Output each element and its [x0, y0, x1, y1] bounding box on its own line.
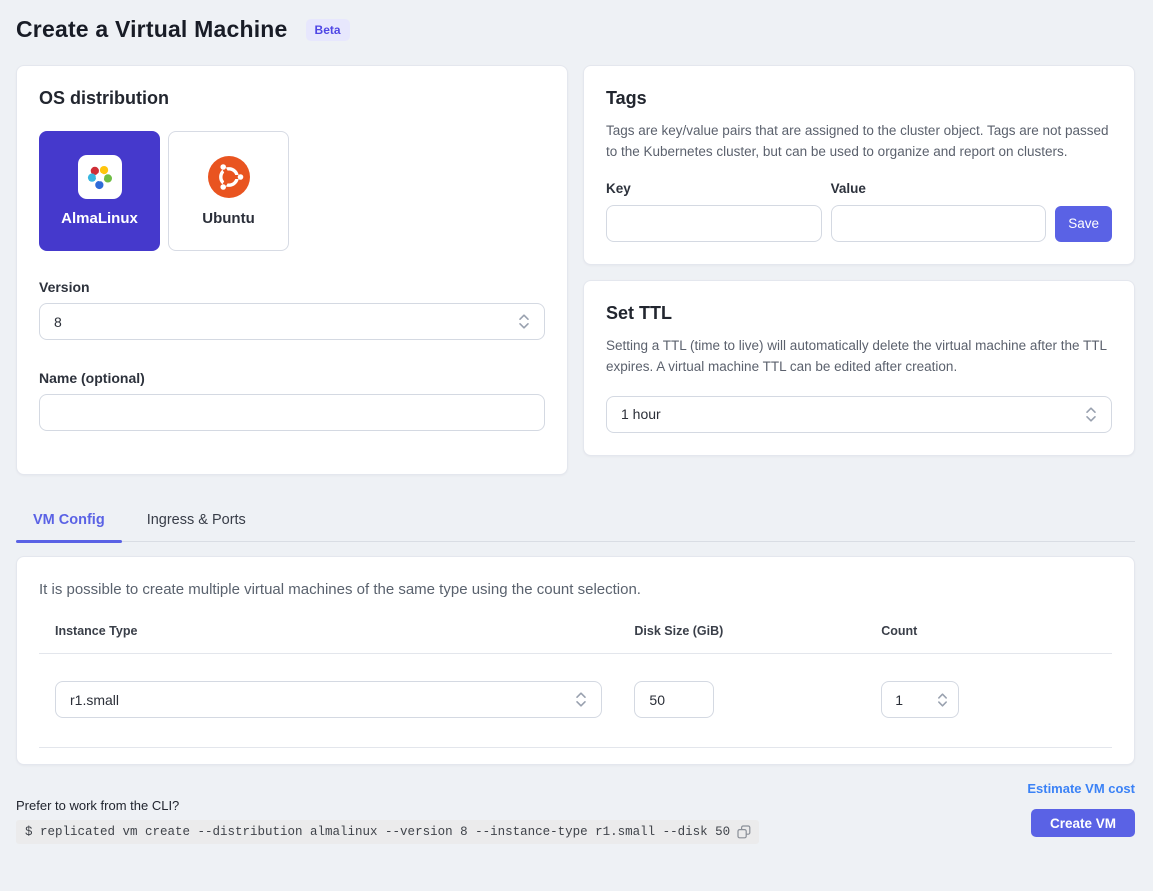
tags-card: Tags Tags are key/value pairs that are a… [583, 65, 1135, 265]
tag-value-field-group: Value [831, 181, 1047, 242]
page-title: Create a Virtual Machine [16, 16, 288, 43]
beta-badge: Beta [306, 19, 350, 41]
copy-icon[interactable] [737, 825, 751, 839]
chevron-updown-icon [575, 691, 587, 708]
tag-value-label: Value [831, 181, 1047, 196]
chevron-updown-icon [518, 313, 530, 330]
os-distribution-heading: OS distribution [39, 88, 545, 109]
tags-description: Tags are key/value pairs that are assign… [606, 121, 1112, 163]
disk-size-input[interactable] [634, 681, 714, 718]
count-cell: 1 [865, 681, 1112, 718]
create-vm-button[interactable]: Create VM [1031, 809, 1135, 837]
count-value: 1 [895, 692, 903, 708]
tags-heading: Tags [606, 88, 1112, 109]
distribution-tile-label: Ubuntu [202, 210, 254, 227]
count-stepper[interactable]: 1 [881, 681, 959, 718]
cli-command: $ replicated vm create --distribution al… [16, 820, 759, 844]
tab-vm-config[interactable]: VM Config [16, 501, 122, 541]
save-tag-button[interactable]: Save [1055, 206, 1112, 242]
create-vm-page: Create a Virtual Machine Beta OS distrib… [0, 0, 1153, 844]
distribution-tile-almalinux[interactable]: AlmaLinux [39, 131, 160, 251]
column-header-disk-size: Disk Size (GiB) [618, 624, 865, 653]
page-footer: Prefer to work from the CLI? $ replicate… [16, 781, 1135, 844]
version-select-value: 8 [54, 314, 62, 330]
column-header-count: Count [865, 624, 1112, 653]
tags-form: Key Value Save [606, 181, 1112, 242]
disk-size-cell [618, 681, 865, 718]
cli-block: Prefer to work from the CLI? $ replicate… [16, 798, 759, 844]
right-column: Tags Tags are key/value pairs that are a… [583, 65, 1135, 456]
estimate-vm-cost-link[interactable]: Estimate VM cost [1027, 781, 1135, 796]
distribution-tile-ubuntu[interactable]: Ubuntu [168, 131, 289, 251]
os-distribution-card: OS distribution AlmaLinux [16, 65, 568, 475]
set-ttl-heading: Set TTL [606, 303, 1112, 324]
chevron-updown-icon [1085, 406, 1097, 423]
vm-config-card: It is possible to create multiple virtua… [16, 556, 1135, 765]
instance-type-cell: r1.small [39, 681, 618, 718]
distribution-tiles: AlmaLinux [39, 131, 545, 251]
instance-type-value: r1.small [70, 692, 119, 708]
chevron-updown-icon [937, 692, 948, 708]
distribution-tile-label: AlmaLinux [61, 210, 138, 227]
name-label: Name (optional) [39, 370, 545, 386]
top-cards: OS distribution AlmaLinux [16, 65, 1135, 475]
footer-actions: Estimate VM cost Create VM [1027, 781, 1135, 844]
vm-table-row: r1.small 1 [39, 654, 1112, 748]
tag-key-input[interactable] [606, 205, 822, 242]
tag-key-field-group: Key [606, 181, 822, 242]
cli-label: Prefer to work from the CLI? [16, 798, 759, 813]
vm-config-note: It is possible to create multiple virtua… [39, 581, 1112, 598]
set-ttl-card: Set TTL Setting a TTL (time to live) wil… [583, 280, 1135, 456]
vm-instances-table: Instance Type Disk Size (GiB) Count r1.s… [39, 624, 1112, 748]
tab-ingress-ports[interactable]: Ingress & Ports [130, 501, 263, 541]
tag-value-input[interactable] [831, 205, 1047, 242]
version-label: Version [39, 279, 545, 295]
name-input[interactable] [39, 394, 545, 431]
page-header: Create a Virtual Machine Beta [16, 16, 1135, 43]
version-select[interactable]: 8 [39, 303, 545, 340]
cli-command-text: $ replicated vm create --distribution al… [25, 825, 730, 839]
config-tabs: VM Config Ingress & Ports [16, 501, 1135, 542]
set-ttl-description: Setting a TTL (time to live) will automa… [606, 336, 1112, 378]
instance-type-select[interactable]: r1.small [55, 681, 602, 718]
tag-key-label: Key [606, 181, 822, 196]
column-header-instance-type: Instance Type [39, 624, 618, 653]
almalinux-logo-icon [78, 155, 122, 199]
ttl-select-value: 1 hour [621, 406, 661, 422]
ubuntu-logo-icon [207, 155, 251, 199]
ttl-select[interactable]: 1 hour [606, 396, 1112, 433]
vm-table-header-row: Instance Type Disk Size (GiB) Count [39, 624, 1112, 654]
